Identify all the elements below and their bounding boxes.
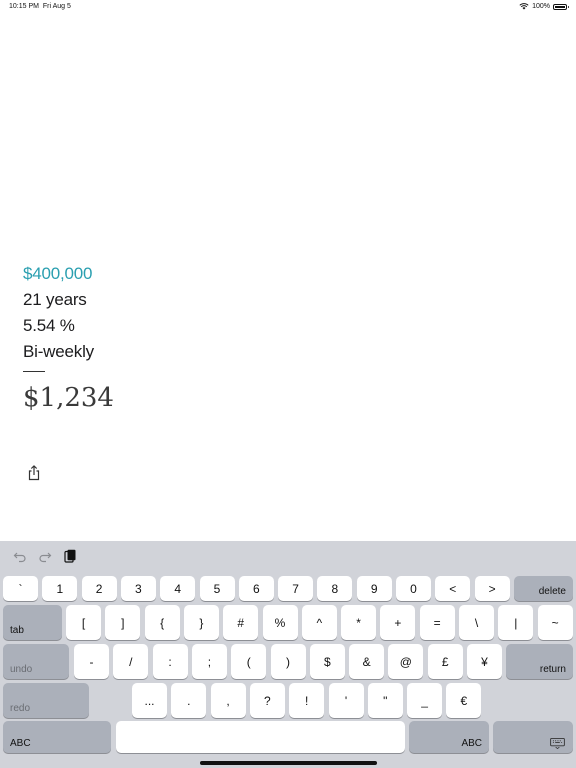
symbol-row-2-key[interactable]: { xyxy=(144,605,180,640)
battery-percent: 100% xyxy=(532,3,550,10)
symbol-row-4-key[interactable]: ? xyxy=(249,683,285,718)
redo-arrow-icon[interactable] xyxy=(38,549,52,563)
abc-key-right[interactable]: ABC xyxy=(409,721,489,753)
interest-rate-field[interactable]: 5.54 % xyxy=(23,316,75,336)
symbol-row-4-key[interactable]: € xyxy=(446,683,482,718)
symbol-row-3-key[interactable]: : xyxy=(152,644,188,679)
abc-key-left[interactable]: ABC xyxy=(3,721,111,753)
redo-key-label: redo xyxy=(10,703,31,714)
symbol-row-3-key[interactable]: ( xyxy=(231,644,267,679)
symbol-row-4-key[interactable]: ! xyxy=(289,683,325,718)
symbol-row-2-key[interactable]: ^ xyxy=(301,605,337,640)
undo-key[interactable]: undo xyxy=(3,644,69,679)
result-divider xyxy=(23,371,45,372)
status-date-text: Fri Aug 5 xyxy=(42,3,71,10)
hide-keyboard-key[interactable] xyxy=(493,721,573,753)
abc-key-right-label: ABC xyxy=(461,738,482,749)
home-indicator xyxy=(200,761,377,765)
payment-result: $1,234 xyxy=(23,383,114,413)
symbol-row-2-key[interactable]: % xyxy=(262,605,298,640)
number-row-key[interactable]: < xyxy=(435,576,471,601)
symbol-row-2-key[interactable]: + xyxy=(380,605,416,640)
symbol-row-3-key[interactable]: £ xyxy=(427,644,463,679)
symbol-row-3-key[interactable]: ; xyxy=(191,644,227,679)
symbol-row-2-key[interactable]: ~ xyxy=(537,605,573,640)
clipboard-icon[interactable] xyxy=(63,549,77,563)
redo-key[interactable]: redo xyxy=(3,683,89,718)
number-row-key[interactable]: 3 xyxy=(120,576,156,601)
undo-key-label: undo xyxy=(10,664,33,675)
battery-icon xyxy=(553,3,569,10)
keyboard: ` 1 2 3 4 5 6 7 8 9 0 < > delete tab []{} #% ^ * + = \ | ~ u… xyxy=(0,541,576,768)
status-time-text: 10:15 PM xyxy=(9,3,39,10)
symbol-row-4-key[interactable]: . xyxy=(171,683,207,718)
symbol-row-2-key[interactable]: } xyxy=(183,605,219,640)
symbol-row-3-key[interactable]: & xyxy=(349,644,385,679)
symbol-row-4-key[interactable]: _ xyxy=(407,683,443,718)
wifi-icon xyxy=(519,3,529,10)
symbol-row-4-key[interactable]: ' xyxy=(328,683,364,718)
status-time: 10:15 PM Fri Aug 5 xyxy=(9,3,71,10)
symbol-row-3-key[interactable]: $ xyxy=(309,644,345,679)
number-row-key[interactable]: 4 xyxy=(160,576,196,601)
symbol-row-3-key[interactable]: / xyxy=(113,644,149,679)
symbol-row-3-key[interactable]: - xyxy=(74,644,109,679)
number-row-key[interactable]: 2 xyxy=(81,576,117,601)
payment-frequency-field[interactable]: Bi-weekly xyxy=(23,342,94,362)
number-row-key[interactable]: ` xyxy=(3,576,38,601)
symbol-row-2-key[interactable]: ] xyxy=(105,605,141,640)
delete-key[interactable]: delete xyxy=(514,576,573,601)
symbol-row-4-key[interactable]: , xyxy=(210,683,246,718)
status-right: 100% xyxy=(519,3,569,10)
symbol-row-3-key[interactable]: ¥ xyxy=(467,644,502,679)
symbol-row-3-key[interactable]: @ xyxy=(388,644,424,679)
delete-key-label: delete xyxy=(538,586,566,597)
symbol-row-2-key[interactable]: * xyxy=(341,605,377,640)
space-bar[interactable] xyxy=(116,721,405,753)
symbol-row-3-key[interactable]: ) xyxy=(270,644,306,679)
symbol-row-2-key[interactable]: = xyxy=(419,605,455,640)
return-key[interactable]: return xyxy=(506,644,573,679)
undo-arrow-icon[interactable] xyxy=(13,549,27,563)
symbol-row-2-key[interactable]: \ xyxy=(459,605,494,640)
symbol-row-2-key[interactable]: | xyxy=(498,605,534,640)
number-row-key[interactable]: 8 xyxy=(317,576,353,601)
share-icon[interactable] xyxy=(27,465,41,481)
symbol-row-4-key[interactable]: " xyxy=(367,683,403,718)
number-row-key[interactable]: 0 xyxy=(396,576,431,601)
number-row-key[interactable]: 6 xyxy=(238,576,274,601)
abc-key-left-label: ABC xyxy=(10,738,31,749)
tab-key-label: tab xyxy=(10,625,24,636)
tab-key[interactable]: tab xyxy=(3,605,62,640)
symbol-row-2-key[interactable]: [ xyxy=(66,605,101,640)
number-row-key[interactable]: 1 xyxy=(42,576,78,601)
loan-term-field[interactable]: 21 years xyxy=(23,290,87,310)
keyboard-hide-icon xyxy=(550,738,565,749)
number-row-key[interactable]: 9 xyxy=(356,576,392,601)
number-row-key[interactable]: 5 xyxy=(199,576,235,601)
loan-amount-field[interactable]: $400,000 xyxy=(23,264,93,284)
symbol-row-4-key[interactable]: ... xyxy=(132,683,167,718)
number-row-key[interactable]: 7 xyxy=(278,576,314,601)
status-bar: 10:15 PM Fri Aug 5 100% xyxy=(0,0,576,14)
symbol-row-2-key[interactable]: # xyxy=(223,605,259,640)
return-key-label: return xyxy=(539,664,566,675)
number-row-key[interactable]: > xyxy=(474,576,510,601)
